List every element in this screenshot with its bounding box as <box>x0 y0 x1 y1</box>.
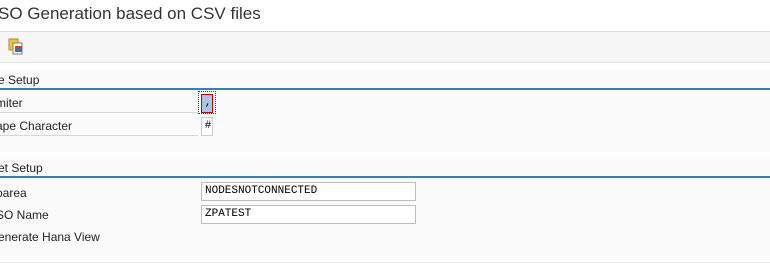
execute-icon[interactable] <box>7 38 25 56</box>
escape-character-label: ape Character <box>0 116 198 136</box>
window-titlebar: SO Generation based on CSV files <box>0 0 770 32</box>
dso-name-field[interactable]: ZPATEST <box>201 205 416 224</box>
delimiter-label: miter <box>0 93 198 113</box>
dso-name-label: SO Name <box>0 208 49 222</box>
bottom-divider <box>0 262 770 263</box>
generate-hana-view-checkbox-label[interactable]: enerate Hana View <box>0 230 100 244</box>
infoarea-label: oarea <box>0 186 27 200</box>
target-setup-header: et Setup <box>0 161 43 175</box>
escape-character-field[interactable]: # <box>201 117 213 136</box>
application-toolbar <box>0 32 770 63</box>
target-setup-divider <box>0 176 770 178</box>
source-setup-divider <box>0 88 770 90</box>
infoarea-field[interactable]: NODESNOTCONNECTED <box>201 182 416 201</box>
delimiter-field[interactable]: , <box>201 94 213 113</box>
source-setup-header: e Setup <box>0 73 40 87</box>
page-title: SO Generation based on CSV files <box>0 4 261 23</box>
